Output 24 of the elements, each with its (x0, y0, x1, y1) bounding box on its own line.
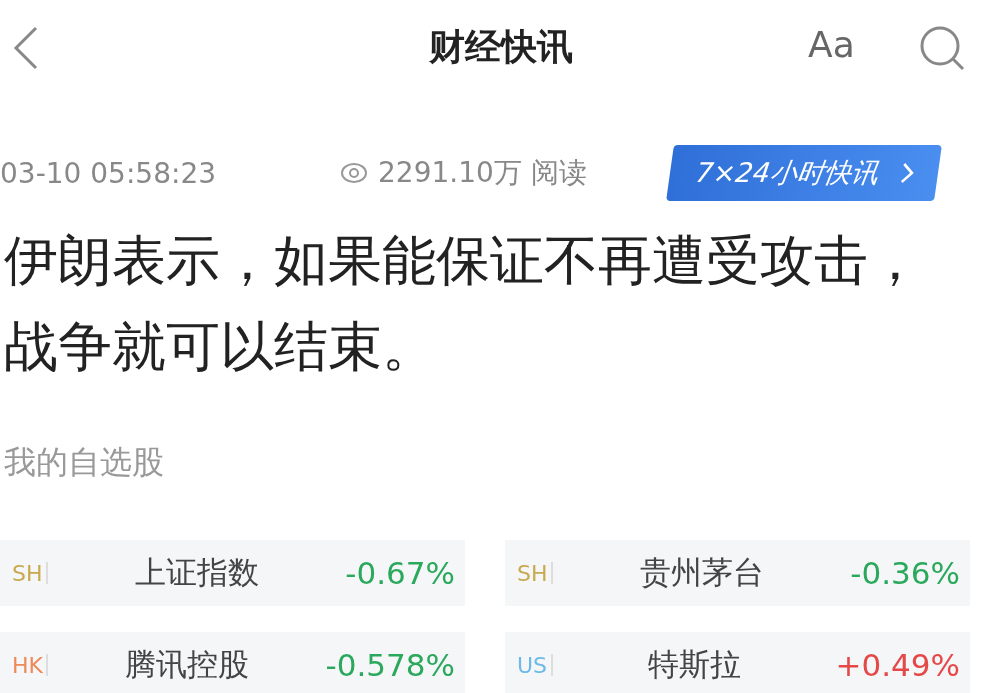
market-tag: HK (12, 652, 46, 678)
stock-card[interactable]: US 特斯拉 +0.49% (505, 632, 970, 693)
stock-card[interactable]: SH 贵州茅台 -0.36% (505, 540, 970, 606)
stock-name: 特斯拉 (646, 645, 742, 684)
market-tag: SH (12, 560, 46, 586)
news-headline: 伊朗表示，如果能保证不再遭受攻击，战争就可以结束。 (3, 228, 923, 380)
search-icon[interactable] (918, 24, 966, 72)
live-news-link[interactable]: 7×24小时快讯 (666, 145, 943, 201)
stock-name: 腾讯控股 (123, 645, 250, 684)
page-title: 财经快讯 (429, 25, 573, 69)
market-tag: US (517, 652, 551, 678)
font-size-button[interactable]: Aa (808, 24, 855, 65)
section-title: 我的自选股 (4, 442, 165, 483)
view-count: 2291.10万 阅读 (378, 155, 587, 191)
price-change: -0.578% (325, 647, 455, 683)
market-tag: SH (517, 560, 551, 586)
timestamp: 03-10 05:58:23 (0, 156, 217, 190)
price-change: +0.49% (835, 647, 960, 683)
stock-card[interactable]: HK 腾讯控股 -0.578% (0, 632, 465, 693)
price-change: -0.36% (850, 555, 960, 591)
stock-name: 上证指数 (133, 553, 260, 592)
stock-name: 贵州茅台 (638, 553, 765, 592)
stock-card[interactable]: SH 上证指数 -0.67% (0, 540, 465, 606)
price-change: -0.67% (345, 555, 455, 591)
